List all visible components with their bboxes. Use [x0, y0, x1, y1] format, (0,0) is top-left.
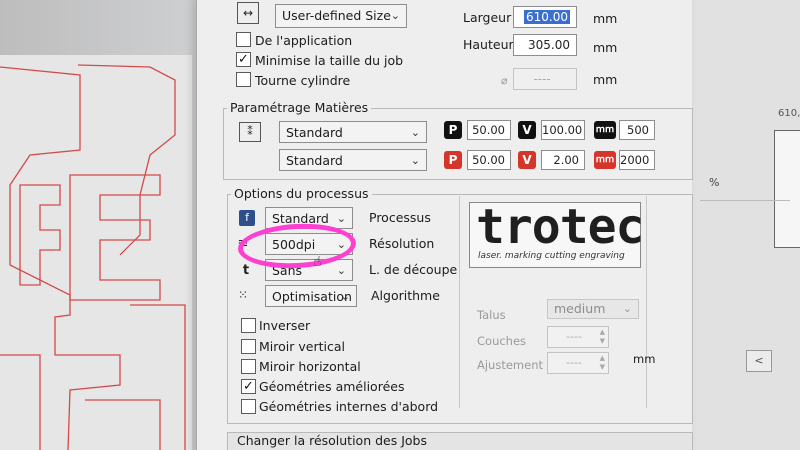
largeur-unit: mm	[593, 11, 618, 26]
largeur-input[interactable]: 610.00	[513, 6, 577, 28]
resolution-label: Résolution	[369, 236, 435, 251]
logo-tagline: laser. marking cutting engraving	[478, 251, 625, 261]
chevron-down-icon: ⌄	[336, 264, 346, 277]
frequency-input-1[interactable]: 500	[619, 120, 655, 140]
chevron-down-icon: ⌄	[410, 154, 420, 167]
material-group-title: Paramétrage Matières	[227, 100, 372, 115]
algorithme-label: Algorithme	[371, 288, 440, 303]
frequency-icon: ՠՠ	[594, 151, 616, 169]
size-preset-select[interactable]: User-defined Size ⌄	[275, 4, 407, 28]
trotec-logo: trotec laser. marking cutting engraving	[469, 199, 644, 268]
percent-label: %	[709, 176, 720, 189]
geometries-ameliorees-label: Géométries améliorées	[259, 379, 405, 394]
tourne-cylindre-checkbox[interactable]	[236, 72, 251, 87]
frequency-input-2[interactable]: 2000	[619, 150, 655, 170]
geometries-ameliorees-checkbox[interactable]: ✓	[241, 379, 256, 394]
inverser-label: Inverser	[259, 318, 311, 333]
chevron-down-icon: ⌄	[336, 212, 346, 225]
frequency-icon: ՠՠ	[594, 121, 616, 139]
miroir-vertical-label: Miroir vertical	[259, 339, 345, 354]
logo-wordmark: trotec	[476, 199, 644, 255]
ruler-label: 610,0	[778, 108, 800, 119]
geometries-internes-label: Géométries internes d'abord	[259, 399, 439, 414]
nav-back-button[interactable]: <	[746, 350, 772, 372]
spin-arrows-icon: ▲ ▼	[599, 354, 605, 371]
process-icon: f	[239, 210, 255, 226]
design-canvas[interactable]	[0, 55, 192, 450]
print-settings-dialog: ↔ User-defined Size ⌄ Largeur 610.00 mm D…	[196, 0, 693, 450]
power-icon: P	[444, 151, 462, 169]
algorithme-select[interactable]: Optimisation ⌄	[265, 285, 357, 307]
ajustement-stepper[interactable]: ---- ▲ ▼	[547, 352, 609, 374]
couches-label: Couches	[477, 334, 527, 348]
geometries-internes-checkbox[interactable]	[241, 399, 256, 414]
processus-label: Processus	[369, 210, 431, 225]
material-profile-select-1[interactable]: Standard ⌄	[279, 121, 427, 143]
minimise-checkbox[interactable]: ✓	[236, 52, 251, 67]
cylinder-unit: mm	[593, 72, 618, 87]
size-icon: ↔	[237, 2, 259, 24]
material-icon[interactable]: ⁑	[239, 122, 261, 142]
couches-stepper[interactable]: ---- ▲ ▼	[547, 326, 609, 348]
cutline-icon: t	[242, 263, 250, 278]
speed-icon: V	[518, 151, 536, 169]
chevron-down-icon: ⌄	[622, 302, 632, 315]
preview-box	[774, 130, 800, 248]
diameter-icon: ⌀	[501, 74, 508, 87]
de-l-application-checkbox[interactable]	[236, 32, 251, 47]
mouse-cursor-icon: ☝	[313, 254, 322, 270]
divider-line	[700, 200, 790, 201]
miroir-horizontal-label: Miroir horizontal	[259, 359, 361, 374]
ajustement-label: Ajustement	[477, 358, 544, 372]
inverser-checkbox[interactable]	[241, 318, 256, 333]
screen: 610,0 % < ↔ User-defined Size⌄ Largeur 6…	[0, 0, 800, 450]
de-l-application-label: De l'application	[255, 33, 353, 48]
miroir-vertical-checkbox[interactable]	[241, 339, 256, 354]
tourne-cylindre-label: Tourne cylindre	[255, 73, 351, 88]
decoupe-label: L. de découpe	[369, 262, 458, 277]
miroir-horizontal-checkbox[interactable]	[241, 359, 256, 374]
power-input-1[interactable]: 50.00	[467, 120, 511, 140]
talus-select[interactable]: medium ⌄	[547, 299, 639, 319]
speed-input-2[interactable]: 2.00	[541, 150, 585, 170]
power-input-2[interactable]: 50.00	[467, 150, 511, 170]
process-options-title: Options du processus	[231, 186, 372, 201]
letter-outline-drawing	[0, 64, 186, 450]
hauteur-label: Hauteur	[463, 37, 514, 52]
material-profile-select-2[interactable]: Standard ⌄	[279, 149, 427, 171]
hauteur-unit: mm	[593, 40, 618, 55]
ajustement-unit: mm	[633, 352, 656, 366]
spin-arrows-icon: ▲ ▼	[599, 328, 605, 345]
talus-label: Talus	[477, 308, 506, 322]
largeur-label: Largeur	[463, 10, 512, 25]
chevron-down-icon: ⌄	[340, 290, 350, 303]
change-resolution-label: Changer la résolution des Jobs	[237, 433, 427, 448]
chevron-down-icon: ⌄	[410, 126, 420, 139]
power-icon: P	[444, 121, 462, 139]
speed-icon: V	[518, 121, 536, 139]
hauteur-input[interactable]: 305.00	[513, 34, 577, 56]
speed-input-1[interactable]: 100.00	[541, 120, 585, 140]
minimise-label: Minimise la taille du job	[255, 53, 404, 68]
algorithm-icon: ⁙	[237, 288, 249, 302]
cylinder-diameter-input[interactable]: ----	[513, 68, 577, 90]
chevron-down-icon: ⌄	[390, 9, 400, 22]
